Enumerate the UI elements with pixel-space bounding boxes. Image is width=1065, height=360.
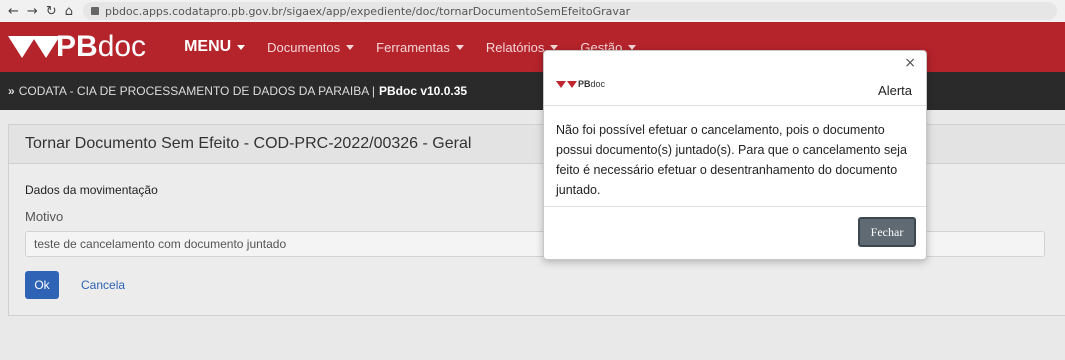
nav-relatorios-label: Relatórios — [485, 39, 545, 55]
chevron-down-icon — [550, 44, 559, 50]
chevron-down-icon — [455, 44, 464, 50]
nav-menu-label: MENU — [184, 38, 232, 55]
logo-text: PBdoc — [56, 30, 147, 63]
modal-message: Não foi possível efetuar o cancelamento,… — [544, 106, 926, 207]
nav-ferramentas-label: Ferramentas — [376, 39, 450, 55]
home-icon[interactable]: ⌂ — [65, 4, 73, 19]
fechar-button[interactable]: Fechar — [858, 217, 916, 247]
modal-title: Alerta — [878, 83, 912, 98]
version-label: PBdoc v10.0.35 — [379, 84, 468, 98]
close-icon[interactable]: × — [904, 55, 916, 71]
logo-mark-icon — [567, 80, 577, 88]
pbdoc-logo[interactable]: PBdoc — [8, 30, 146, 64]
forward-icon[interactable]: → — [27, 4, 38, 19]
cancel-link[interactable]: Cancela — [81, 278, 125, 292]
reload-icon[interactable]: ↻ — [46, 4, 57, 19]
chevron-down-icon — [237, 44, 246, 50]
address-bar[interactable]: pbdoc.apps.codatapro.pb.gov.br/sigaex/ap… — [82, 2, 1057, 20]
ok-button[interactable]: Ok — [25, 271, 59, 299]
organization-name: CODATA - CIA DE PROCESSAMENTO DE DADOS D… — [18, 84, 375, 98]
motivo-label: Motivo — [25, 209, 64, 224]
browser-toolbar: ← → ↻ ⌂ pbdoc.apps.codatapro.pb.gov.br/s… — [0, 0, 1065, 23]
modal-header: PB doc Alerta × — [544, 51, 926, 106]
back-icon[interactable]: ← — [8, 4, 19, 19]
nav-ferramentas[interactable]: Ferramentas — [376, 40, 464, 55]
chevron-down-icon — [628, 44, 637, 50]
nav-menu[interactable]: MENU — [184, 38, 246, 56]
chevron-down-icon — [346, 44, 355, 50]
modal-logo: PB doc — [556, 79, 605, 89]
modal-logo-light: doc — [590, 79, 606, 89]
nav-documentos[interactable]: Documentos — [267, 39, 355, 55]
nav-documentos-label: Documentos — [267, 39, 341, 55]
alert-modal: PB doc Alerta × Não foi possível efetuar … — [543, 50, 927, 260]
url-text: pbdoc.apps.codatapro.pb.gov.br/sigaex/ap… — [104, 4, 631, 18]
section-heading: Dados da movimentação — [25, 183, 158, 197]
logo-mark-icon — [556, 80, 566, 88]
modal-logo-bold: PB — [578, 79, 591, 89]
double-chevron-right-icon: » — [8, 84, 15, 98]
lock-icon — [90, 7, 99, 15]
